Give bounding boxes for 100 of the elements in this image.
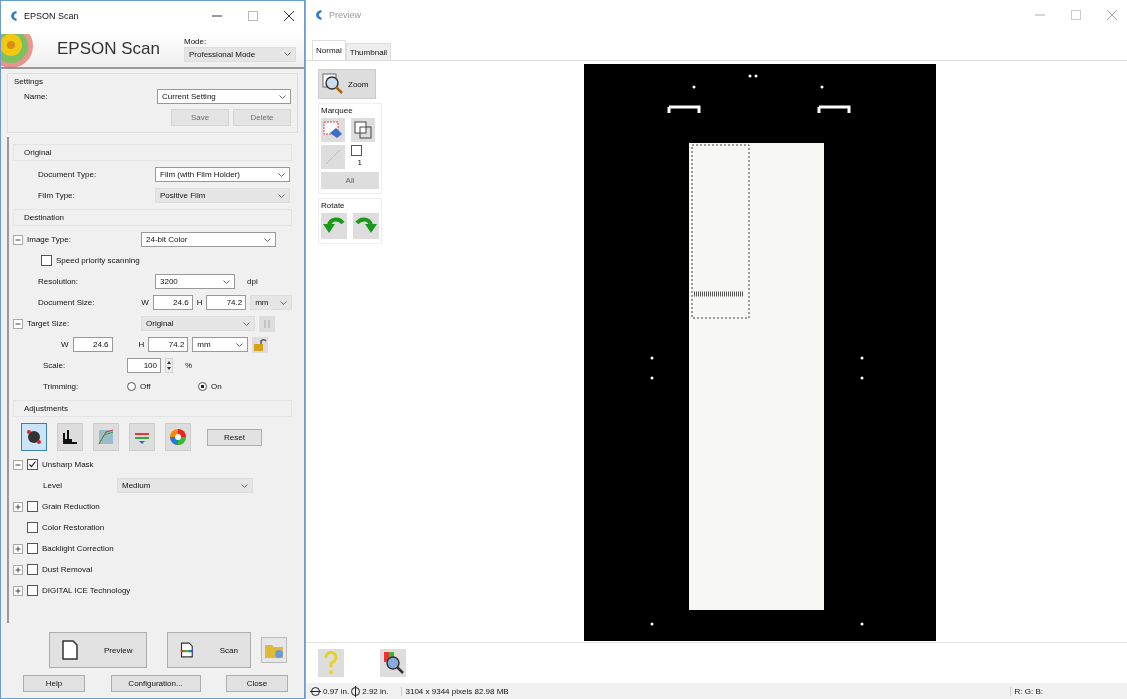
product-title: EPSON Scan: [57, 39, 160, 59]
window-title: Preview: [329, 10, 361, 20]
chevron-down-icon: [236, 342, 244, 347]
footer-button[interactable]: Help: [23, 675, 85, 692]
section-heading: Original: [13, 144, 292, 161]
chevron-down-icon: [243, 321, 250, 326]
histogram-icon: [60, 427, 80, 447]
checkbox-label: DIGITAL ICE Technology: [42, 586, 131, 595]
palette-tool-button[interactable]: [165, 423, 191, 451]
field-label: Name:: [23, 92, 49, 101]
checkbox-label: Speed priority scanning: [56, 256, 140, 265]
checkbox[interactable]: [27, 543, 38, 554]
field-label: Trimming:: [42, 382, 80, 391]
balance-tool-button[interactable]: [129, 423, 155, 451]
checkbox[interactable]: [27, 585, 38, 596]
chevron-down-icon: [223, 279, 230, 284]
checkbox[interactable]: [41, 255, 52, 266]
checkbox[interactable]: [27, 501, 38, 512]
radio-label: On: [211, 382, 223, 391]
expand-icon[interactable]: [13, 501, 23, 512]
target-size-dropdown[interactable]: Original: [141, 316, 255, 331]
checkbox[interactable]: [27, 564, 38, 575]
collapse-icon[interactable]: [13, 234, 23, 245]
window-title: EPSON Scan: [24, 11, 79, 21]
checkbox-label: Dust Removal: [42, 565, 93, 574]
scan-button[interactable]: Scan: [167, 632, 251, 668]
checkbox-label: Unsharp Mask: [42, 460, 94, 469]
mode-dropdown[interactable]: Professional Mode: [184, 46, 296, 62]
radio-button[interactable]: [127, 382, 136, 391]
unit-label: %: [185, 361, 193, 370]
chevron-down-icon: [279, 94, 286, 99]
reset-button[interactable]: Reset: [207, 428, 262, 446]
scan-document-icon: [180, 640, 194, 660]
width-label: W: [61, 340, 69, 349]
checkbox-label: Color Restoration: [42, 523, 105, 532]
resolution-dropdown[interactable]: 3200: [155, 274, 235, 289]
mode-label: Mode:: [184, 36, 208, 46]
magnifier-icon: [322, 73, 344, 95]
width-label: W: [141, 298, 149, 307]
name-dropdown[interactable]: Current Setting: [157, 89, 291, 104]
zoom-button[interactable]: Zoom: [318, 69, 376, 99]
field-label: Resolution:: [37, 277, 80, 286]
status-pixels: 3104 x 9344 pixels 82.98 MB: [400, 686, 509, 696]
histogram-tool-button[interactable]: [57, 423, 83, 451]
copy-marquee-icon[interactable]: [351, 118, 375, 142]
checkbox[interactable]: [27, 522, 38, 533]
field-label: Scale:: [42, 361, 67, 370]
chevron-down-icon: [280, 300, 287, 305]
checkbox-label: Backlight Correction: [42, 544, 114, 553]
group-legend: Rotate: [321, 201, 379, 210]
expand-icon[interactable]: [13, 585, 23, 596]
dropdown[interactable]: Film (with Film Holder): [155, 167, 290, 182]
close-icon[interactable]: [284, 11, 294, 21]
field-label: Level: [42, 481, 64, 490]
tab[interactable]: Normal: [312, 40, 346, 60]
collapse-icon[interactable]: [13, 459, 23, 470]
document-icon: [62, 640, 78, 660]
checkbox-label: Grain Reduction: [42, 502, 100, 511]
rotate-left-icon[interactable]: [321, 213, 347, 239]
scale-field[interactable]: 100: [127, 358, 161, 373]
collapse-icon[interactable]: [13, 318, 23, 329]
lock-icon[interactable]: [252, 336, 269, 353]
curve-tool-button[interactable]: [93, 423, 119, 451]
level-dropdown[interactable]: Medium: [117, 478, 253, 493]
unit-dropdown[interactable]: mm: [192, 337, 249, 352]
height-label: H: [138, 340, 145, 349]
width-field[interactable]: 24.6: [72, 337, 113, 352]
checkbox[interactable]: [27, 459, 38, 470]
spinner-icon[interactable]: [165, 358, 173, 373]
expand-icon[interactable]: [13, 564, 23, 575]
preview-button[interactable]: Preview: [49, 632, 147, 668]
color-magnifier-icon[interactable]: [380, 649, 406, 677]
chevron-down-icon: [264, 237, 271, 242]
group-legend: Settings: [14, 77, 43, 86]
marquee-count: 1: [357, 158, 362, 167]
field-label: Document Type:: [37, 170, 98, 179]
status-rgb: R: G: B:: [1009, 686, 1043, 696]
field-label: Image Type:: [27, 235, 72, 244]
marquee-checkbox[interactable]: [351, 145, 362, 156]
chevron-down-icon: [278, 193, 285, 198]
height-label: H: [196, 298, 203, 307]
height-field[interactable]: 74.2: [206, 295, 247, 310]
footer-button[interactable]: Close: [226, 675, 288, 692]
radio-button[interactable]: [198, 382, 207, 391]
color-wheel-icon: [168, 427, 188, 447]
unit-label: dpi: [247, 277, 258, 286]
field-label: Target Size:: [27, 319, 71, 328]
tab[interactable]: Thumbnail: [345, 43, 392, 60]
width-field[interactable]: 24.6: [152, 295, 193, 310]
height-field[interactable]: 74.2: [148, 337, 189, 352]
image-type-dropdown[interactable]: 24-bit Color: [141, 232, 276, 247]
exposure-tool-button[interactable]: [21, 423, 47, 451]
footer-button[interactable]: Configuration...: [110, 675, 201, 692]
status-height: 2.92 in.: [362, 686, 389, 696]
marquee-eraser-icon[interactable]: [321, 118, 345, 142]
field-label: Film Type:: [37, 191, 76, 200]
expand-icon[interactable]: [13, 543, 23, 554]
chevron-down-icon: [284, 52, 291, 56]
rotate-right-icon[interactable]: [353, 213, 379, 239]
unit-dropdown[interactable]: mm: [250, 295, 292, 310]
